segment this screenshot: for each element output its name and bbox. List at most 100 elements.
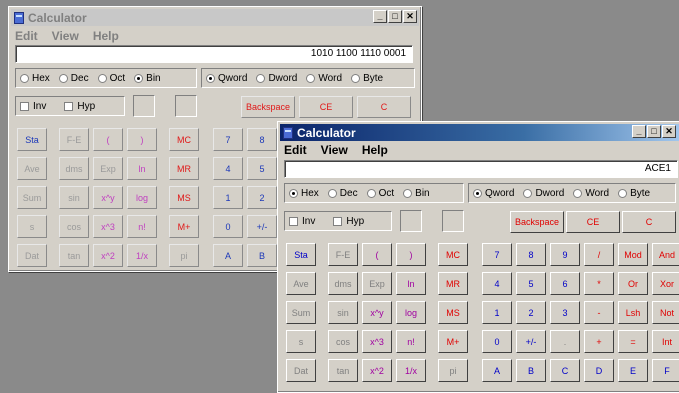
radio-oct[interactable]: Oct <box>97 73 125 84</box>
not-button[interactable]: Not <box>652 301 679 324</box>
8-button[interactable]: 8 <box>516 243 546 266</box>
a-button[interactable]: A <box>482 359 512 382</box>
radio-oct[interactable]: Oct <box>366 188 394 199</box>
ms-button[interactable]: MS <box>169 186 199 209</box>
int-button[interactable]: Int <box>652 330 679 353</box>
3-button[interactable]: 3 <box>550 301 580 324</box>
f-e-button[interactable]: F-E <box>328 243 358 266</box>
title-bar[interactable]: Calculator _ □ ✕ <box>280 124 679 141</box>
or-button[interactable]: Or <box>618 272 648 295</box>
x-squared-button[interactable]: x^2 <box>362 359 392 382</box>
tan-button[interactable]: tan <box>59 244 89 267</box>
sin-button[interactable]: sin <box>328 301 358 324</box>
lsh-button[interactable]: Lsh <box>618 301 648 324</box>
2-button[interactable]: 2 <box>516 301 546 324</box>
menu-help[interactable]: Help <box>362 143 388 157</box>
x-squared-button[interactable]: x^2 <box>93 244 123 267</box>
ce-button[interactable]: CE <box>566 211 620 233</box>
x-cubed-button[interactable]: x^3 <box>362 330 392 353</box>
cos-button[interactable]: cos <box>328 330 358 353</box>
radio-byte[interactable]: Byte <box>618 188 650 199</box>
sta-button[interactable]: Sta <box>17 128 47 151</box>
log-button[interactable]: log <box>396 301 426 324</box>
multiply-button[interactable]: * <box>584 272 614 295</box>
x-cubed-button[interactable]: x^3 <box>93 215 123 238</box>
dat-button[interactable]: Dat <box>286 359 316 382</box>
b-button[interactable]: B <box>247 244 277 267</box>
reciprocal-button[interactable]: 1/x <box>127 244 157 267</box>
ln-button[interactable]: ln <box>396 272 426 295</box>
sign-button[interactable]: +/- <box>516 330 546 353</box>
radio-hex[interactable]: Hex <box>20 73 50 84</box>
cos-button[interactable]: cos <box>59 215 89 238</box>
2-button[interactable]: 2 <box>247 186 277 209</box>
b-button[interactable]: B <box>516 359 546 382</box>
x-pow-y-button[interactable]: x^y <box>362 301 392 324</box>
reciprocal-button[interactable]: 1/x <box>396 359 426 382</box>
mr-button[interactable]: MR <box>169 157 199 180</box>
close-button[interactable]: ✕ <box>403 10 417 23</box>
backspace-button[interactable]: Backspace <box>510 211 564 233</box>
minimize-button[interactable]: _ <box>373 10 387 23</box>
radio-word[interactable]: Word <box>573 188 609 199</box>
hyp-checkbox[interactable]: Hyp <box>333 216 364 227</box>
ms-button[interactable]: MS <box>438 301 468 324</box>
8-button[interactable]: 8 <box>247 128 277 151</box>
log-button[interactable]: log <box>127 186 157 209</box>
maximize-button[interactable]: □ <box>388 10 402 23</box>
pi-button[interactable]: pi <box>438 359 468 382</box>
0-button[interactable]: 0 <box>482 330 512 353</box>
x-pow-y-button[interactable]: x^y <box>93 186 123 209</box>
a-button[interactable]: A <box>213 244 243 267</box>
1-button[interactable]: 1 <box>213 186 243 209</box>
menu-edit[interactable]: Edit <box>284 143 307 157</box>
radio-bin[interactable]: Bin <box>403 188 430 199</box>
mod-button[interactable]: Mod <box>618 243 648 266</box>
exp-button[interactable]: Exp <box>93 157 123 180</box>
sign-button[interactable]: +/- <box>247 215 277 238</box>
e-button[interactable]: E <box>618 359 648 382</box>
and-button[interactable]: And <box>652 243 679 266</box>
factorial-button[interactable]: n! <box>127 215 157 238</box>
dms-button[interactable]: dms <box>328 272 358 295</box>
radio-byte[interactable]: Byte <box>351 73 383 84</box>
sum-button[interactable]: Sum <box>17 186 47 209</box>
equals-button[interactable]: = <box>618 330 648 353</box>
sta-button[interactable]: Sta <box>286 243 316 266</box>
mr-button[interactable]: MR <box>438 272 468 295</box>
0-button[interactable]: 0 <box>213 215 243 238</box>
plus-button[interactable]: + <box>584 330 614 353</box>
pi-button[interactable]: pi <box>169 244 199 267</box>
m-plus-button[interactable]: M+ <box>169 215 199 238</box>
mc-button[interactable]: MC <box>169 128 199 151</box>
radio-dec[interactable]: Dec <box>58 73 89 84</box>
xor-button[interactable]: Xor <box>652 272 679 295</box>
maximize-button[interactable]: □ <box>647 125 661 138</box>
7-button[interactable]: 7 <box>482 243 512 266</box>
c-button[interactable]: C <box>357 96 411 118</box>
f-e-button[interactable]: F-E <box>59 128 89 151</box>
sin-button[interactable]: sin <box>59 186 89 209</box>
menu-help[interactable]: Help <box>93 29 119 43</box>
m-plus-button[interactable]: M+ <box>438 330 468 353</box>
s-button[interactable]: s <box>17 215 47 238</box>
tan-button[interactable]: tan <box>328 359 358 382</box>
divide-button[interactable]: / <box>584 243 614 266</box>
6-button[interactable]: 6 <box>550 272 580 295</box>
radio-dec[interactable]: Dec <box>327 188 358 199</box>
4-button[interactable]: 4 <box>482 272 512 295</box>
close-paren-button[interactable]: ) <box>127 128 157 151</box>
minimize-button[interactable]: _ <box>632 125 646 138</box>
factorial-button[interactable]: n! <box>396 330 426 353</box>
open-paren-button[interactable]: ( <box>93 128 123 151</box>
c-button[interactable]: C <box>622 211 676 233</box>
menu-view[interactable]: View <box>321 143 348 157</box>
radio-hex[interactable]: Hex <box>289 188 319 199</box>
5-button[interactable]: 5 <box>247 157 277 180</box>
ln-button[interactable]: ln <box>127 157 157 180</box>
decimal-button[interactable]: . <box>550 330 580 353</box>
menu-view[interactable]: View <box>52 29 79 43</box>
radio-dword[interactable]: Dword <box>523 188 564 199</box>
7-button[interactable]: 7 <box>213 128 243 151</box>
open-paren-button[interactable]: ( <box>362 243 392 266</box>
